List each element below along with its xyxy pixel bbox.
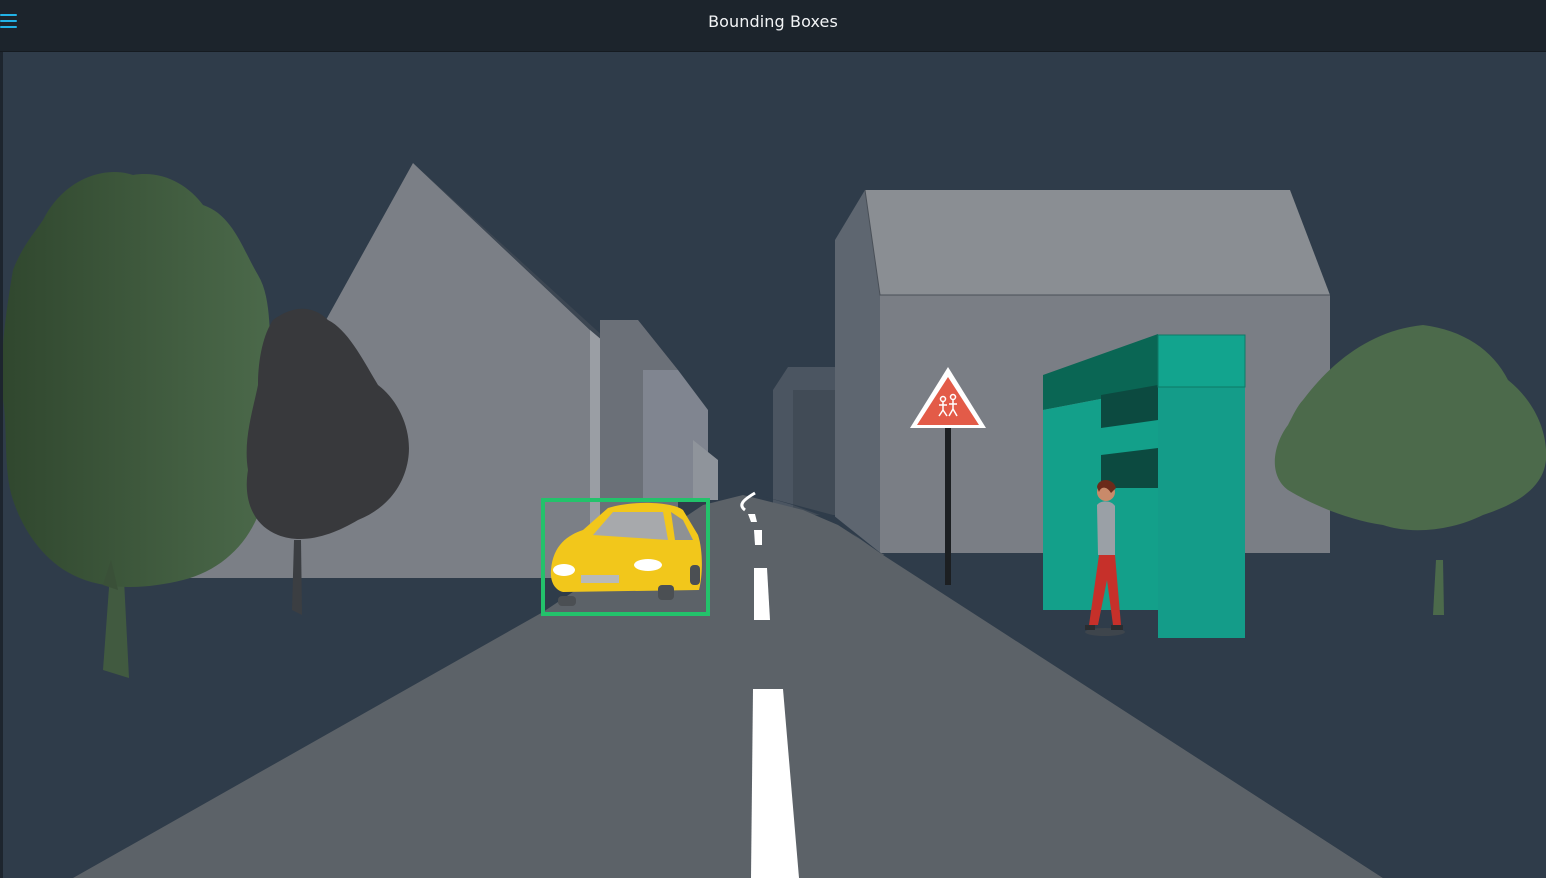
lane-marking xyxy=(754,530,762,545)
distant-houses xyxy=(773,367,835,515)
top-bar: Bounding Boxes xyxy=(0,0,1546,52)
bus-stop-shelter xyxy=(1043,334,1246,638)
page-title: Bounding Boxes xyxy=(708,12,838,31)
scene-canvas xyxy=(3,52,1546,878)
